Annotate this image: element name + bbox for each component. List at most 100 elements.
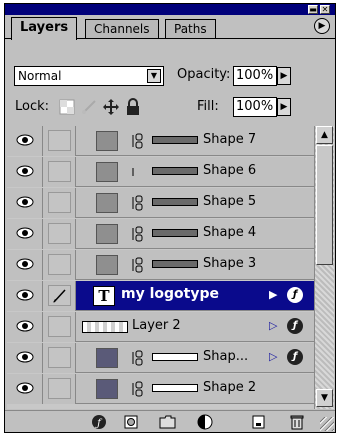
layer-effects-icon: ƒ xyxy=(287,349,303,365)
layer-row-shape-truncated[interactable]: Shap... ▷ ƒ xyxy=(7,343,314,373)
link-cell[interactable] xyxy=(43,219,76,249)
link-box[interactable] xyxy=(48,316,71,337)
chain-link-icon xyxy=(132,226,143,242)
link-cell[interactable] xyxy=(43,250,76,280)
dropdown-arrow-icon[interactable]: ▼ xyxy=(147,69,161,83)
layer-style-icon[interactable]: ƒ xyxy=(90,414,108,430)
visibility-cell[interactable] xyxy=(7,281,43,311)
chain-link-icon xyxy=(132,195,143,211)
layer-thumbnail xyxy=(96,162,118,182)
tab-layers[interactable]: Layers xyxy=(11,17,78,40)
lock-fill-row: Lock: Fill: 100% ▶ xyxy=(5,97,335,121)
link-cell[interactable] xyxy=(43,157,76,187)
eye-icon[interactable] xyxy=(16,134,34,146)
link-cell[interactable] xyxy=(43,343,76,373)
link-cell[interactable] xyxy=(43,312,76,342)
lock-position-move-icon[interactable] xyxy=(102,98,120,116)
layers-palette: ▬ ✕ Layers Channels Paths ▶ Normal ▼ Opa… xyxy=(4,3,336,433)
eye-icon[interactable] xyxy=(16,289,34,301)
layer-row-shape-4[interactable]: Shape 4 xyxy=(7,219,314,249)
chain-link-icon xyxy=(132,381,143,397)
link-box[interactable] xyxy=(48,347,71,368)
layer-name: Shape 3 xyxy=(203,256,257,271)
link-box[interactable] xyxy=(48,161,71,182)
chain-link-icon xyxy=(132,257,143,273)
eye-icon[interactable] xyxy=(16,165,34,177)
layer-row-layer-2[interactable]: Layer 2 ▷ ƒ xyxy=(7,312,314,342)
eye-icon[interactable] xyxy=(16,227,34,239)
eye-icon[interactable] xyxy=(16,382,34,394)
layers-list[interactable]: Shape 7 Shape 6 Shape 5 Shape 4 Shape 3 … xyxy=(7,126,314,409)
layers-scrollbar[interactable]: ▲ ▼ xyxy=(314,126,334,409)
layer-name: Shape 6 xyxy=(203,163,257,178)
new-set-folder-icon[interactable] xyxy=(159,414,177,430)
opacity-input[interactable]: 100% xyxy=(233,66,277,86)
vector-mask-thumbnail xyxy=(152,198,198,206)
layer-thumbnail xyxy=(96,224,118,244)
layer-thumbnail xyxy=(96,379,118,399)
fill-slider-arrow-icon[interactable]: ▶ xyxy=(277,98,291,116)
link-box[interactable] xyxy=(48,254,71,275)
layer-name: Layer 2 xyxy=(132,318,181,333)
panel-menu-arrow-icon[interactable]: ▶ xyxy=(314,18,330,34)
layer-thumbnail xyxy=(96,348,118,368)
link-cell[interactable] xyxy=(43,126,76,156)
visibility-cell[interactable] xyxy=(7,343,43,373)
visibility-cell[interactable] xyxy=(7,157,43,187)
layer-row-shape-2[interactable]: Shape 2 xyxy=(7,374,314,404)
tab-paths[interactable]: Paths xyxy=(165,19,216,39)
lock-all-padlock-icon[interactable] xyxy=(124,98,142,116)
vector-mask-thumbnail xyxy=(152,384,198,392)
visibility-cell[interactable] xyxy=(7,374,43,404)
link-box[interactable] xyxy=(48,378,71,399)
scroll-up-arrow-icon[interactable]: ▲ xyxy=(316,126,333,144)
new-adjustment-layer-icon[interactable] xyxy=(196,414,214,430)
resize-grip[interactable] xyxy=(320,417,334,431)
expand-effects-arrow-icon[interactable]: ▷ xyxy=(269,319,277,332)
fill-input[interactable]: 100% xyxy=(233,97,277,117)
vector-mask-thumbnail xyxy=(152,353,198,361)
layer-row-my-logotype[interactable]: T my logotype ▶ ƒ xyxy=(7,281,314,311)
lock-transparency-icon[interactable] xyxy=(58,98,76,116)
eye-icon[interactable] xyxy=(16,320,34,332)
link-box[interactable] xyxy=(48,192,71,213)
expand-effects-arrow-icon[interactable]: ▶ xyxy=(269,288,277,301)
layer-name: Shape 7 xyxy=(203,132,257,147)
opacity-slider-arrow-icon[interactable]: ▶ xyxy=(277,67,291,85)
eye-icon[interactable] xyxy=(16,258,34,270)
scroll-down-arrow-icon[interactable]: ▼ xyxy=(316,389,333,407)
palette-bottom-toolbar: ƒ xyxy=(5,410,335,432)
link-cell[interactable] xyxy=(43,281,76,311)
eye-icon[interactable] xyxy=(16,351,34,363)
layer-row-shape-6[interactable]: Shape 6 xyxy=(7,157,314,187)
lock-pixels-brush-icon[interactable] xyxy=(80,98,98,116)
layer-row-shape-3[interactable]: Shape 3 xyxy=(7,250,314,280)
tab-channels[interactable]: Channels xyxy=(85,19,159,39)
layer-row-shape-5[interactable]: Shape 5 xyxy=(7,188,314,218)
blend-opacity-row: Normal ▼ Opacity: 100% ▶ xyxy=(5,64,335,90)
paintbrush-icon xyxy=(53,289,66,303)
link-cell[interactable] xyxy=(43,374,76,404)
minimize-icon[interactable]: ▬ xyxy=(308,5,318,14)
link-cell[interactable] xyxy=(43,188,76,218)
type-layer-icon: T xyxy=(93,286,115,306)
palette-title-bar[interactable]: ▬ ✕ xyxy=(5,4,335,15)
scrollbar-thumb[interactable] xyxy=(316,145,333,265)
link-box[interactable] xyxy=(48,130,71,151)
layer-row-shape-7[interactable]: Shape 7 xyxy=(7,126,314,156)
layer-thumbnail xyxy=(96,255,118,275)
eye-icon[interactable] xyxy=(16,196,34,208)
new-layer-icon[interactable] xyxy=(250,414,268,430)
expand-effects-arrow-icon[interactable]: ▷ xyxy=(269,350,277,363)
visibility-cell[interactable] xyxy=(7,312,43,342)
trash-icon[interactable] xyxy=(288,414,306,430)
add-mask-icon[interactable] xyxy=(122,414,140,430)
layer-effects-icon: ƒ xyxy=(287,287,303,303)
close-icon[interactable]: ✕ xyxy=(320,5,330,14)
link-box[interactable] xyxy=(48,223,71,244)
visibility-cell[interactable] xyxy=(7,250,43,280)
visibility-cell[interactable] xyxy=(7,126,43,156)
visibility-cell[interactable] xyxy=(7,219,43,249)
visibility-cell[interactable] xyxy=(7,188,43,218)
blend-mode-select[interactable]: Normal ▼ xyxy=(14,66,164,86)
